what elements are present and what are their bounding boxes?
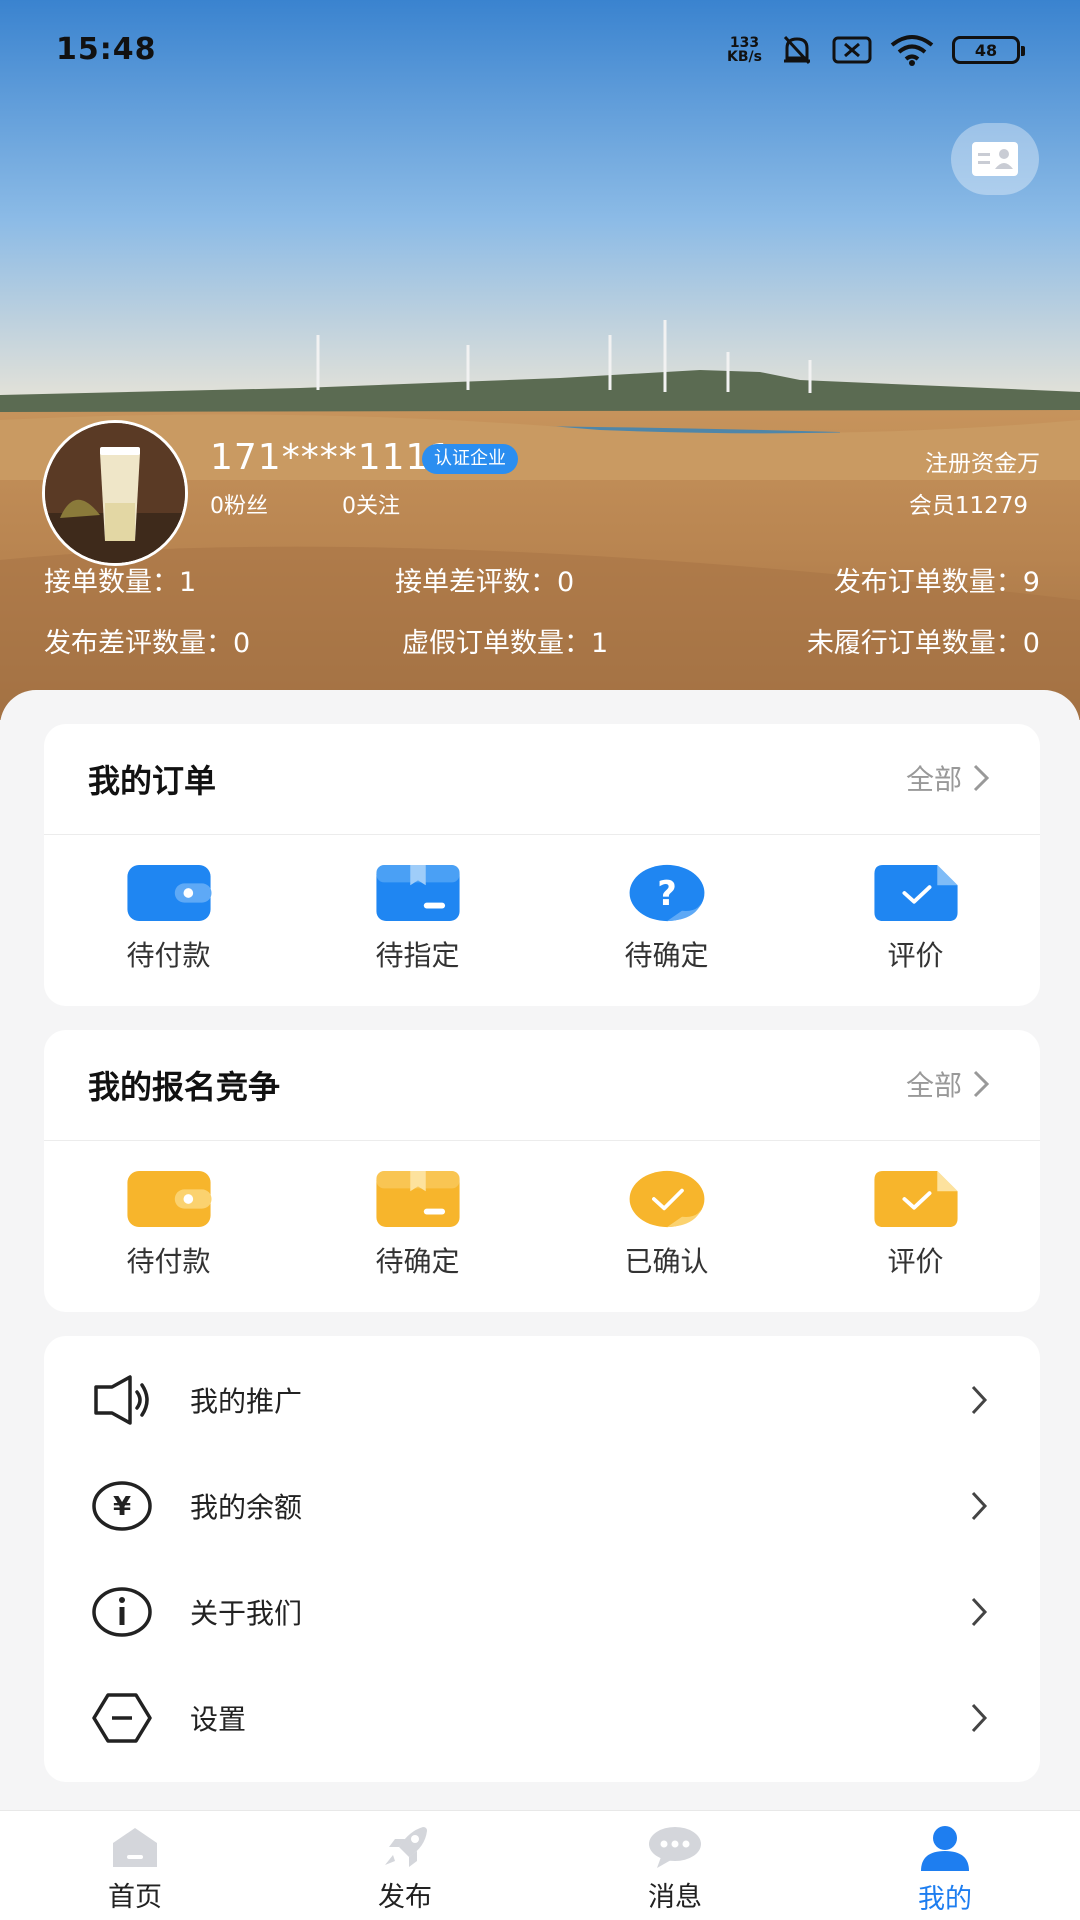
info-icon xyxy=(92,1587,152,1637)
business-card-button[interactable] xyxy=(951,123,1039,195)
svg-text:?: ? xyxy=(657,874,677,913)
wallet-icon xyxy=(126,864,212,922)
my-orders-title: 我的订单 xyxy=(88,762,217,800)
box-icon xyxy=(375,864,460,922)
bell-muted-icon xyxy=(783,35,811,65)
home-icon xyxy=(113,1828,157,1867)
order-review[interactable]: 评价 xyxy=(791,844,1040,974)
my-bids-title: 我的报名竞争 xyxy=(88,1068,281,1106)
stat-published-bad-reviews: 发布差评数量：0 xyxy=(44,628,251,659)
divider xyxy=(44,1140,1040,1141)
tab-messages[interactable]: 消息 xyxy=(540,1811,810,1920)
order-pending-assign[interactable]: 待指定 xyxy=(293,844,542,974)
header-background-image xyxy=(0,0,1080,720)
my-bids-panel: 我的报名竞争 全部 待付款 待确定 已确认 评价 xyxy=(44,1030,1040,1312)
my-bids-row: 待付款 待确定 已确认 评价 xyxy=(44,1150,1040,1280)
message-icon xyxy=(649,1827,701,1868)
username: 171****1111 xyxy=(210,437,454,478)
stat-fake-orders: 虚假订单数量：1 xyxy=(402,628,609,659)
chevron-right-icon xyxy=(973,764,990,792)
bid-pending-confirm[interactable]: 待确定 xyxy=(293,1150,542,1280)
rocket-icon xyxy=(385,1827,427,1867)
bid-review[interactable]: 评价 xyxy=(791,1150,1040,1280)
chevron-right-icon xyxy=(971,1385,988,1415)
bid-confirmed[interactable]: 已确认 xyxy=(542,1150,791,1280)
status-bar: 15:48 133 KB/s 48 xyxy=(0,0,1080,100)
avatar[interactable] xyxy=(42,420,188,566)
id-card-icon xyxy=(972,142,1018,176)
member-id: 会员11279 xyxy=(908,493,1028,519)
registered-capital: 注册资金万 xyxy=(925,451,1040,477)
menu-item-promotion[interactable]: 我的推广 xyxy=(44,1347,1040,1453)
svg-text:¥: ¥ xyxy=(113,1492,131,1522)
menu-item-settings[interactable]: 设置 xyxy=(44,1665,1040,1771)
tab-publish[interactable]: 发布 xyxy=(270,1811,540,1920)
chevron-right-icon xyxy=(971,1491,988,1521)
box-icon xyxy=(375,1170,460,1228)
bid-pending-payment[interactable]: 待付款 xyxy=(44,1150,293,1280)
certified-enterprise-badge: 认证企业 xyxy=(422,444,518,474)
speaker-icon xyxy=(94,1375,149,1425)
my-orders-view-all[interactable]: 全部 xyxy=(906,758,990,798)
wallet-icon xyxy=(126,1170,212,1228)
order-pending-payment[interactable]: 待付款 xyxy=(44,844,293,974)
question-icon: ? xyxy=(629,864,704,922)
bottom-tab-bar: 首页 发布 消息 我的 xyxy=(0,1810,1080,1920)
settings-hex-icon xyxy=(92,1693,152,1743)
wifi-icon xyxy=(890,35,934,66)
divider xyxy=(44,834,1040,835)
menu-item-balance[interactable]: ¥ 我的余额 xyxy=(44,1453,1040,1559)
menu-item-about[interactable]: 关于我们 xyxy=(44,1559,1040,1665)
stat-orders-taken-bad-reviews: 接单差评数：0 xyxy=(395,567,575,598)
follows-count[interactable]: 0关注 xyxy=(342,488,400,520)
review-icon xyxy=(873,1170,958,1228)
tab-mine[interactable]: 我的 xyxy=(810,1811,1080,1920)
content-sheet: 我的订单 全部 待付款 待指定 ? 待确定 评价 我的报名竞争 全部 待付款 待… xyxy=(0,690,1080,1810)
avatar-image xyxy=(45,423,185,563)
my-orders-panel: 我的订单 全部 待付款 待指定 ? 待确定 评价 xyxy=(44,724,1040,1006)
status-time: 15:48 xyxy=(56,32,157,67)
my-bids-view-all[interactable]: 全部 xyxy=(906,1064,990,1104)
network-speed: 133 KB/s xyxy=(727,35,762,65)
my-orders-row: 待付款 待指定 ? 待确定 评价 xyxy=(44,844,1040,974)
no-sim-icon xyxy=(832,36,872,64)
order-pending-confirm[interactable]: ? 待确定 xyxy=(542,844,791,974)
review-icon xyxy=(873,864,958,922)
chevron-right-icon xyxy=(973,1070,990,1098)
settings-menu: 我的推广 ¥ 我的余额 关于我们 设置 xyxy=(44,1336,1040,1782)
fans-count[interactable]: 0粉丝 xyxy=(210,488,268,520)
user-icon xyxy=(921,1826,969,1871)
stat-orders-published: 发布订单数量：9 xyxy=(833,567,1040,598)
profile-header: 15:48 133 KB/s 48 171****1111 认证企业 0粉丝 0… xyxy=(0,0,1080,720)
chevron-right-icon xyxy=(971,1703,988,1733)
stat-unfulfilled-orders: 未履行订单数量：0 xyxy=(806,628,1040,659)
stat-orders-taken: 接单数量：1 xyxy=(44,567,197,598)
chevron-right-icon xyxy=(971,1597,988,1627)
status-icons: 133 KB/s 48 xyxy=(727,32,1025,68)
yen-icon: ¥ xyxy=(92,1481,152,1531)
battery-indicator: 48 xyxy=(952,36,1025,64)
tab-home[interactable]: 首页 xyxy=(0,1811,270,1920)
check-circle-icon xyxy=(629,1170,704,1228)
